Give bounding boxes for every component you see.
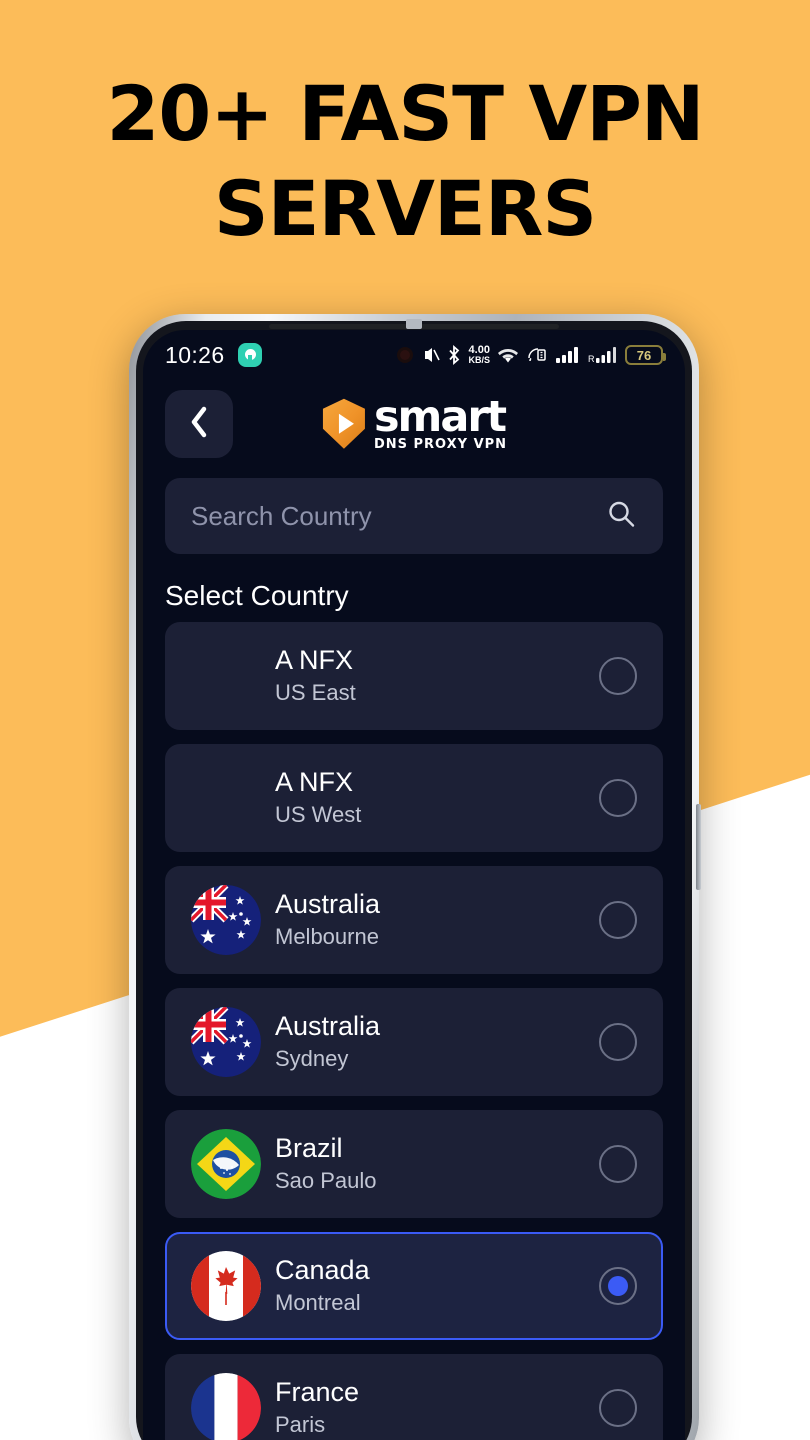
country-name: A NFX: [275, 766, 354, 797]
flag-icon-australia: [191, 885, 261, 955]
country-radio-button[interactable]: [599, 1267, 637, 1305]
country-row[interactable]: A NFX US West: [165, 744, 663, 852]
country-name: Australia: [275, 1010, 381, 1041]
search-box[interactable]: [165, 478, 663, 554]
app-logo: smart DNS PROXY VPN: [321, 391, 508, 452]
country-radio-button[interactable]: [599, 657, 637, 695]
flag-icon-france: [191, 1373, 261, 1440]
search-section: [143, 472, 685, 554]
recorder-icon: [237, 343, 262, 367]
bluetooth-icon: [447, 345, 461, 365]
signal-icon: [555, 345, 581, 365]
country-row[interactable]: A NFX US East: [165, 622, 663, 730]
back-button[interactable]: [165, 390, 233, 458]
flag-icon-brazil: [191, 1129, 261, 1199]
nfc-icon: [526, 345, 548, 365]
radio-selected-dot: [608, 1276, 628, 1296]
country-radio-button[interactable]: [599, 1023, 637, 1061]
promo-headline-line2: SERVERS: [213, 164, 597, 253]
country-radio-button[interactable]: [599, 901, 637, 939]
country-row-text: Canada Montreal: [275, 1254, 599, 1318]
app-header: smart DNS PROXY VPN: [143, 376, 685, 472]
wifi-icon: [497, 346, 519, 364]
country-radio-button[interactable]: [599, 1145, 637, 1183]
battery-percent-label: 76: [636, 347, 652, 363]
country-city: Sao Paulo: [275, 1168, 377, 1194]
roaming-signal-icon: R: [588, 345, 618, 365]
country-radio-button[interactable]: [599, 1389, 637, 1427]
status-bar-icons: 4.00 KB/S R 76: [395, 345, 666, 365]
promo-headline: 20+ FAST VPN SERVERS: [0, 66, 810, 256]
app-logo-text: smart DNS PROXY VPN: [373, 391, 508, 452]
svg-text:R: R: [588, 354, 595, 364]
power-button[interactable]: [696, 804, 701, 890]
country-radio-button[interactable]: [599, 779, 637, 817]
country-row[interactable]: Australia Melbourne: [165, 866, 663, 974]
country-city: Montreal: [275, 1290, 361, 1316]
country-city: Sydney: [275, 1046, 349, 1072]
mute-icon: [422, 345, 441, 365]
front-camera: [406, 319, 422, 329]
flag-icon-australia: [191, 1007, 261, 1077]
country-city: Paris: [275, 1412, 326, 1438]
country-city: Melbourne: [275, 924, 379, 950]
search-input[interactable]: [191, 500, 605, 532]
country-name: A NFX: [275, 644, 354, 675]
country-row-text: A NFX US East: [275, 644, 599, 708]
promo-headline-line1: 20+ FAST VPN: [106, 69, 704, 158]
battery-indicator: 76: [625, 345, 666, 365]
country-name: Australia: [275, 888, 381, 919]
country-row-text: Australia Sydney: [275, 1010, 599, 1074]
country-row[interactable]: Brazil Sao Paulo: [165, 1110, 663, 1218]
country-list: A NFX US East A NFX US West Australia Me…: [143, 622, 685, 1440]
country-row-text: A NFX US West: [275, 766, 599, 830]
search-icon[interactable]: [605, 498, 637, 535]
phone-screen: 10:26 4.00 KB/S R 76 smart DNS PROXY VPN…: [143, 330, 685, 1440]
notification-dot-icon: [395, 345, 415, 365]
status-bar: 10:26 4.00 KB/S R 76: [143, 330, 685, 376]
country-city: US West: [275, 802, 362, 828]
chevron-left-icon: [189, 405, 209, 444]
country-name: Canada: [275, 1254, 370, 1285]
country-row[interactable]: Australia Sydney: [165, 988, 663, 1096]
network-speed-unit: KB/S: [468, 355, 490, 365]
app-logo-title: smart: [373, 391, 507, 442]
country-name: France: [275, 1376, 360, 1407]
phone-mockup: 10:26 4.00 KB/S R 76 smart DNS PROXY VPN…: [129, 314, 701, 1440]
flag-icon-canada: [191, 1251, 261, 1321]
country-row[interactable]: Canada Montreal: [165, 1232, 663, 1340]
country-row[interactable]: France Paris: [165, 1354, 663, 1440]
status-bar-clock: 10:26: [165, 341, 225, 368]
network-speed-indicator: 4.00 KB/S: [468, 345, 490, 365]
country-city: US East: [275, 680, 356, 706]
app-logo-subtitle: DNS PROXY VPN: [373, 436, 508, 452]
shield-play-icon: [321, 398, 367, 450]
country-row-text: Brazil Sao Paulo: [275, 1132, 599, 1196]
country-row-text: France Paris: [275, 1376, 599, 1440]
country-row-text: Australia Melbourne: [275, 888, 599, 952]
section-title: Select Country: [165, 580, 349, 611]
country-name: Brazil: [275, 1132, 343, 1163]
